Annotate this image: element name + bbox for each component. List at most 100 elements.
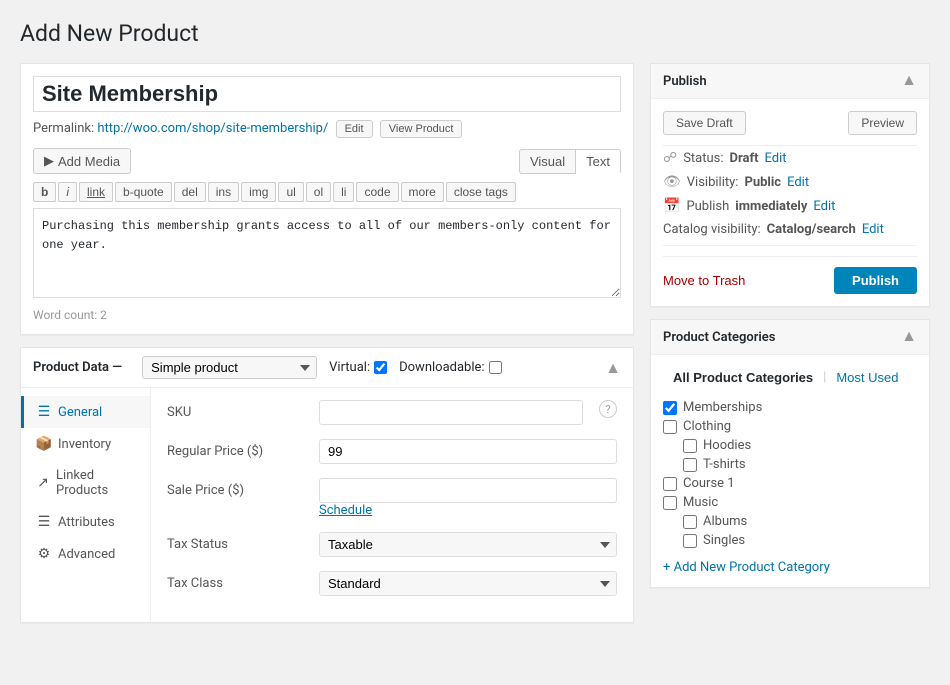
page-title: Add New Product <box>20 20 930 47</box>
publish-panel-title: Publish <box>663 74 707 89</box>
sale-price-input[interactable] <box>319 478 617 503</box>
product-data-title: Product Data — <box>33 360 122 375</box>
tax-status-select[interactable]: Taxable Shipping only None <box>319 532 617 557</box>
linked-products-icon: ↗ <box>36 475 50 491</box>
category-item-course1: Course 1 <box>663 474 917 493</box>
category-item-tshirts: T-shirts <box>663 455 917 474</box>
tab-text[interactable]: Text <box>576 149 621 174</box>
tax-class-row: Tax Class Standard Reduced rate Zero rat… <box>167 571 617 596</box>
permalink-line: Permalink: http://woo.com/shop/site-memb… <box>33 120 621 138</box>
visibility-icon: 👁 <box>663 174 681 190</box>
tax-class-select[interactable]: Standard Reduced rate Zero rate <box>319 571 617 596</box>
category-checkbox-hoodies[interactable] <box>683 439 697 453</box>
permalink-url[interactable]: http://woo.com/shop/site-membership/ <box>97 121 328 136</box>
catalog-visibility-value: Catalog/search <box>767 222 856 237</box>
move-to-trash-button[interactable]: Move to Trash <box>663 273 745 288</box>
sale-price-row: Sale Price ($) Schedule <box>167 478 617 518</box>
category-checkbox-memberships[interactable] <box>663 401 677 415</box>
product-data-collapse-icon[interactable]: ▲ <box>605 358 621 378</box>
sale-price-field: Schedule <box>319 478 617 518</box>
publish-button[interactable]: Publish <box>834 267 917 294</box>
permalink-edit-button[interactable]: Edit <box>336 120 373 138</box>
product-data-header: Product Data — Simple product Grouped pr… <box>21 348 633 388</box>
category-item-clothing: Clothing <box>663 417 917 436</box>
editor-toolbar: ▶ Add Media Visual Text <box>33 148 621 174</box>
category-checkbox-tshirts[interactable] <box>683 458 697 472</box>
product-data-nav: ☰ General 📦 Inventory ↗ Linked Products … <box>21 388 151 622</box>
fmt-more[interactable]: more <box>401 182 444 202</box>
preview-button[interactable]: Preview <box>848 111 917 135</box>
attributes-icon: ☰ <box>36 514 52 530</box>
sku-input[interactable] <box>319 400 583 425</box>
fmt-code[interactable]: code <box>356 182 398 202</box>
virtual-check-container: Virtual: <box>329 360 387 375</box>
add-media-button[interactable]: ▶ Add Media <box>33 148 131 174</box>
general-icon: ☰ <box>36 404 52 420</box>
status-icon: ☍ <box>663 150 677 166</box>
tab-all-categories[interactable]: All Product Categories <box>663 367 823 388</box>
visibility-value: Public <box>744 175 781 190</box>
categories-panel-body: All Product Categories | Most Used Membe… <box>651 355 929 587</box>
product-data-content: SKU ? Regular Price ($) <box>151 388 633 622</box>
fmt-ul[interactable]: ul <box>278 182 303 202</box>
regular-price-input[interactable] <box>319 439 617 464</box>
nav-item-advanced[interactable]: ⚙ Advanced <box>21 538 150 570</box>
nav-item-inventory[interactable]: 📦 Inventory <box>21 428 150 460</box>
schedule-link[interactable]: Schedule <box>319 503 372 518</box>
catalog-visibility-edit-link[interactable]: Edit <box>862 222 884 237</box>
publish-divider-1 <box>663 145 917 146</box>
fmt-bquote[interactable]: b-quote <box>115 182 172 202</box>
status-edit-link[interactable]: Edit <box>765 151 787 166</box>
fmt-li[interactable]: li <box>333 182 354 202</box>
category-item-albums: Albums <box>663 512 917 531</box>
save-draft-button[interactable]: Save Draft <box>663 111 746 135</box>
fmt-bold[interactable]: b <box>33 182 56 202</box>
permalink-view-button[interactable]: View Product <box>380 120 463 138</box>
fmt-ol[interactable]: ol <box>306 182 331 202</box>
tab-most-used-categories[interactable]: Most Used <box>826 367 908 388</box>
product-title-input[interactable] <box>33 76 621 112</box>
virtual-checkbox[interactable] <box>374 361 387 374</box>
category-label-music: Music <box>683 495 718 510</box>
category-label-memberships: Memberships <box>683 400 762 415</box>
tab-visual[interactable]: Visual <box>519 149 576 174</box>
editor-content-textarea[interactable]: Purchasing this membership grants access… <box>33 208 621 298</box>
category-checkbox-music[interactable] <box>663 496 677 510</box>
sku-help-icon[interactable]: ? <box>599 400 617 418</box>
sku-row: SKU ? <box>167 400 617 425</box>
publish-timing-edit-link[interactable]: Edit <box>813 199 835 214</box>
downloadable-checkbox[interactable] <box>489 361 502 374</box>
category-label-singles: Singles <box>703 533 745 548</box>
post-box: Permalink: http://woo.com/shop/site-memb… <box>20 63 634 335</box>
virtual-label: Virtual: <box>329 360 370 375</box>
fmt-del[interactable]: del <box>174 182 206 202</box>
categories-panel-collapse-btn[interactable]: ▲ <box>901 328 917 346</box>
publish-panel-collapse-btn[interactable]: ▲ <box>901 72 917 90</box>
fmt-img[interactable]: img <box>241 182 276 202</box>
sku-label: SKU <box>167 400 307 420</box>
nav-item-linked-products[interactable]: ↗ Linked Products <box>21 460 150 506</box>
nav-item-general[interactable]: ☰ General <box>21 396 150 428</box>
category-checkbox-singles[interactable] <box>683 534 697 548</box>
regular-price-field <box>319 439 617 464</box>
fmt-italic[interactable]: i <box>58 182 77 202</box>
category-tabs: All Product Categories | Most Used <box>663 367 917 388</box>
publish-timing-icon: 📅 <box>663 198 680 214</box>
status-row: ☍ Status: Draft Edit <box>663 150 917 166</box>
category-checkbox-albums[interactable] <box>683 515 697 529</box>
publish-panel: Publish ▲ Save Draft Preview ☍ Status: D… <box>650 63 930 307</box>
product-data-box: Product Data — Simple product Grouped pr… <box>20 347 634 623</box>
fmt-close-tags[interactable]: close tags <box>446 182 516 202</box>
regular-price-label: Regular Price ($) <box>167 439 307 459</box>
category-checkbox-clothing[interactable] <box>663 420 677 434</box>
category-label-albums: Albums <box>703 514 747 529</box>
nav-item-attributes[interactable]: ☰ Attributes <box>21 506 150 538</box>
product-type-select[interactable]: Simple product Grouped product External/… <box>142 356 317 379</box>
fmt-link[interactable]: link <box>79 182 113 202</box>
publish-timing-row: 📅 Publish immediately Edit <box>663 198 917 214</box>
visibility-edit-link[interactable]: Edit <box>787 175 809 190</box>
fmt-ins[interactable]: ins <box>208 182 239 202</box>
category-checkbox-course1[interactable] <box>663 477 677 491</box>
add-category-link[interactable]: + Add New Product Category <box>663 560 830 575</box>
publish-panel-header: Publish ▲ <box>651 64 929 99</box>
